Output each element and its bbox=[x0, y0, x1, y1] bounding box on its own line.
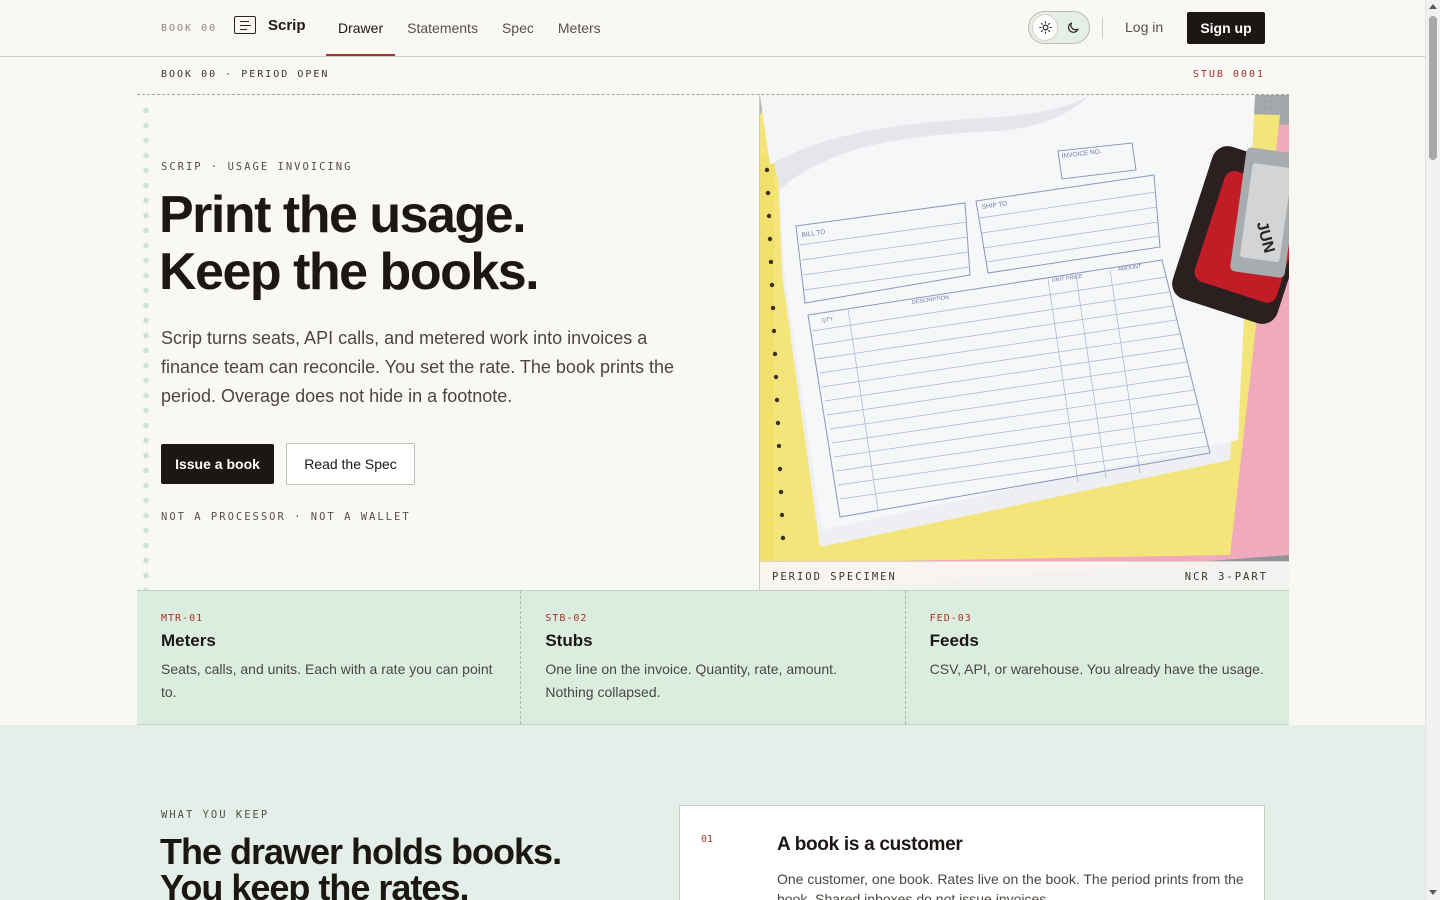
specimen-caption: PERIOD SPECIMEN NCR 3-PART bbox=[760, 561, 1289, 591]
nav-item-drawer[interactable]: Drawer bbox=[326, 0, 396, 56]
keep-title: The drawer holds books. You keep the rat… bbox=[160, 831, 562, 900]
keep-card: 01 A book is a customer One customer, on… bbox=[679, 805, 1265, 900]
nav-item-meters[interactable]: Meters bbox=[546, 0, 613, 56]
logo-text: Scrip bbox=[268, 16, 306, 34]
keep-eyebrow: WHAT YOU KEEP bbox=[161, 809, 270, 821]
feature-code: STB-02 bbox=[545, 613, 588, 624]
specimen-caption-left: PERIOD SPECIMEN bbox=[772, 571, 897, 583]
top-nav-bar: BOOK 00 Scrip Drawer Statements Spec Met… bbox=[0, 0, 1425, 57]
hero-subtitle: Scrip turns seats, API calls, and metere… bbox=[161, 328, 674, 406]
card-desc: One customer, one book. Rates live on th… bbox=[777, 871, 1244, 900]
period-strip: BOOK 00 · PERIOD OPEN STUB 0001 bbox=[137, 57, 1289, 95]
header-divider bbox=[1102, 17, 1103, 39]
sun-icon[interactable] bbox=[1033, 15, 1057, 40]
hero-section: SCRIP · USAGE INVOICING Print the usage.… bbox=[137, 95, 759, 591]
feature-code: FED-03 bbox=[929, 613, 972, 624]
feature-meters: MTR-01 Meters Seats, calls, and units. E… bbox=[137, 591, 522, 724]
features-strip: MTR-01 Meters Seats, calls, and units. E… bbox=[137, 590, 1289, 725]
what-you-keep-section: WHAT YOU KEEP The drawer holds books. Yo… bbox=[0, 725, 1425, 900]
card-number: 01 bbox=[701, 834, 714, 845]
specimen-caption-right: NCR 3-PART bbox=[1184, 571, 1268, 583]
feature-title: Meters bbox=[161, 631, 216, 650]
scroll-up-arrow-icon[interactable] bbox=[1429, 4, 1437, 9]
issue-book-button[interactable]: Issue a book bbox=[161, 444, 274, 484]
hero-footnote: NOT A PROCESSOR · NOT A WALLET bbox=[161, 511, 411, 523]
feature-code: MTR-01 bbox=[161, 613, 204, 624]
card-title: A book is a customer bbox=[777, 834, 963, 855]
period-status: BOOK 00 · PERIOD OPEN bbox=[161, 69, 330, 80]
main-nav: Drawer Statements Spec Meters bbox=[326, 0, 613, 56]
perforation-decoration bbox=[143, 103, 149, 591]
hero-title: Print the usage. Keep the books. bbox=[159, 186, 540, 301]
hero-eyebrow: SCRIP · USAGE INVOICING bbox=[161, 161, 353, 173]
page-scrollbar[interactable] bbox=[1425, 0, 1440, 900]
feature-title: Stubs bbox=[545, 631, 593, 650]
keep-title-line-1: The drawer holds books. bbox=[160, 831, 562, 872]
nav-item-spec[interactable]: Spec bbox=[490, 0, 546, 56]
book-tag: BOOK 00 bbox=[161, 23, 218, 34]
feature-title: Feeds bbox=[929, 631, 979, 650]
scroll-down-arrow-icon[interactable] bbox=[1429, 890, 1437, 895]
login-link[interactable]: Log in bbox=[1125, 19, 1163, 35]
feature-desc: Seats, calls, and units. Each with a rat… bbox=[161, 661, 493, 700]
feature-stubs: STB-02 Stubs One line on the invoice. Qu… bbox=[521, 591, 906, 724]
invoice-pad-illustration: INVOICE NO. BILL TO SHIP TO QTY DESCRIPT… bbox=[760, 95, 1289, 591]
nav-item-statements[interactable]: Statements bbox=[395, 0, 490, 56]
ledger-icon bbox=[234, 16, 256, 34]
scrollbar-thumb[interactable] bbox=[1429, 16, 1437, 160]
stub-number: STUB 0001 bbox=[1192, 69, 1265, 80]
logo[interactable]: Scrip bbox=[234, 16, 306, 34]
theme-toggle[interactable] bbox=[1028, 11, 1090, 44]
hero-title-line-2: Keep the books. bbox=[159, 243, 540, 301]
feature-feeds: FED-03 Feeds CSV, API, or warehouse. You… bbox=[906, 591, 1289, 724]
read-spec-button[interactable]: Read the Spec bbox=[286, 443, 415, 485]
keep-title-line-2: You keep the rates. bbox=[160, 867, 469, 900]
signup-button[interactable]: Sign up bbox=[1187, 12, 1265, 44]
invoice-specimen-image: INVOICE NO. BILL TO SHIP TO QTY DESCRIPT… bbox=[759, 95, 1289, 591]
hero-title-line-1: Print the usage. bbox=[159, 186, 527, 244]
moon-icon[interactable] bbox=[1061, 15, 1085, 40]
feature-desc: CSV, API, or warehouse. You already have… bbox=[929, 661, 1264, 677]
feature-desc: One line on the invoice. Quantity, rate,… bbox=[545, 661, 837, 700]
